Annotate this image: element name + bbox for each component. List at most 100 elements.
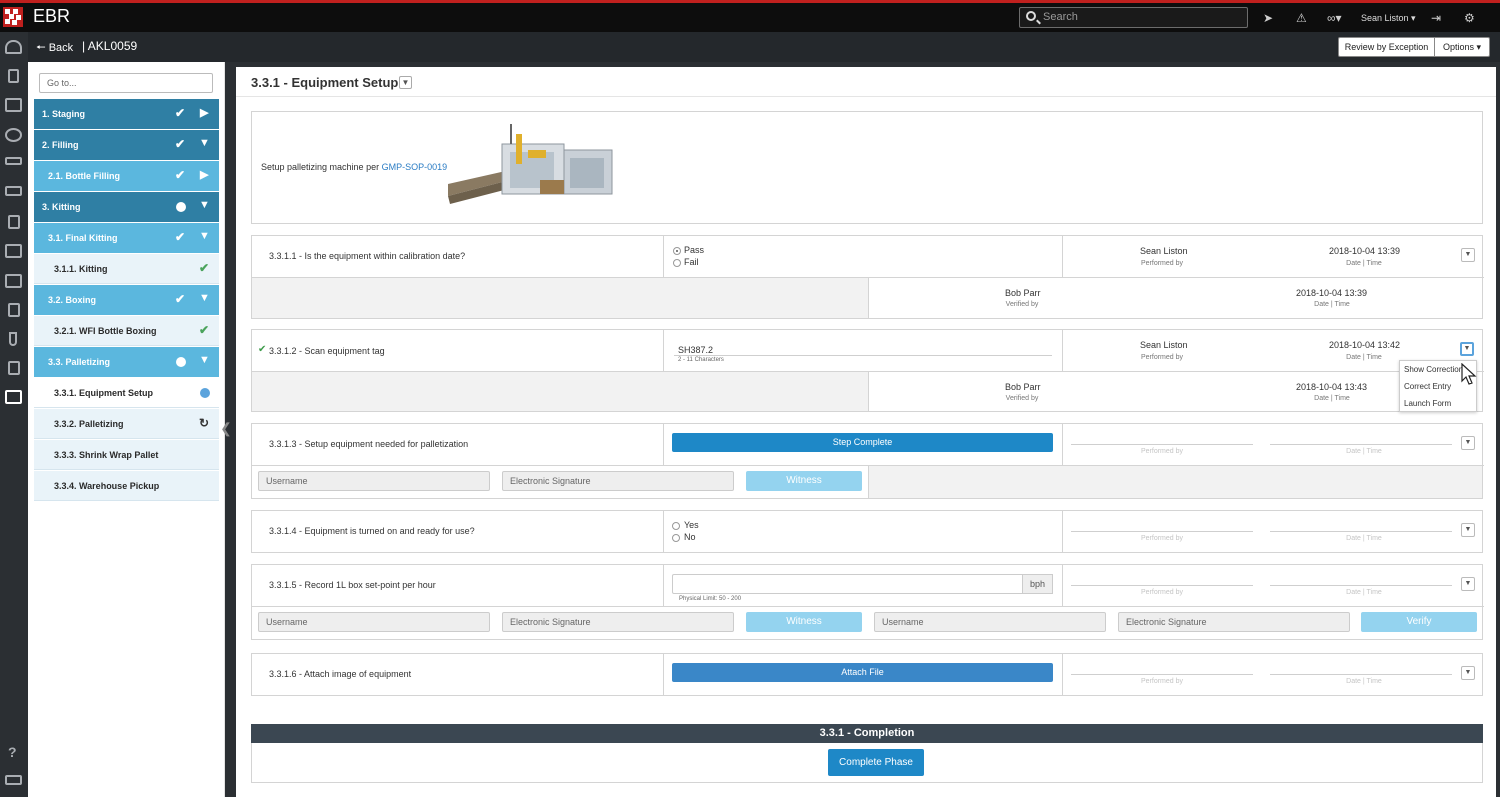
equipment-tag-value[interactable]: SH387.2 [678, 345, 713, 355]
check-icon: ✔ [258, 344, 267, 355]
witness-button[interactable]: Witness [746, 471, 862, 491]
date-time-line [1270, 585, 1452, 586]
nav-item-filling[interactable]: 2. Filling ✔ ▼ [34, 130, 219, 160]
divider [663, 330, 664, 371]
signature-field[interactable]: Electronic Signature [502, 612, 734, 632]
nav-item-staging[interactable]: 1. Staging ✔ ▶ [34, 99, 219, 129]
flask-icon[interactable] [9, 332, 17, 346]
collapse-panel-chevron-icon[interactable]: ❮ [219, 410, 233, 446]
date-time-label: Date | Time [1314, 301, 1350, 308]
username-field[interactable]: Username [258, 471, 490, 491]
table-icon[interactable] [5, 274, 22, 288]
keyboard-icon[interactable] [5, 775, 22, 785]
menu-item-correct-entry[interactable]: Correct Entry [1404, 382, 1451, 391]
radio-pass[interactable] [673, 247, 681, 255]
title-dropdown-button[interactable]: ▼ [399, 76, 412, 89]
caret-right-icon[interactable]: ▶ [200, 106, 208, 119]
caret-down-icon[interactable]: ▼ [199, 199, 210, 211]
verifier-username-field[interactable]: Username [874, 612, 1106, 632]
nav-item-label: 3.3.4. Warehouse Pickup [54, 481, 160, 491]
nav-item-wfi-bottle-boxing[interactable]: 3.2.1. WFI Bottle Boxing ✔ [34, 316, 219, 346]
nav-item-label: 3.3.2. Palletizing [54, 419, 124, 429]
verify-button[interactable]: Verify [1361, 612, 1477, 632]
graduation-cap-icon[interactable] [5, 157, 22, 165]
calendar-icon[interactable] [5, 244, 22, 258]
nav-item-label: 2.1. Bottle Filling [48, 171, 121, 181]
caret-down-icon[interactable]: ▼ [199, 230, 210, 242]
menu-item-show-correction[interactable]: Show Correction [1404, 365, 1463, 374]
radio-yes[interactable] [672, 522, 680, 530]
options-button[interactable]: Options ▾ [1434, 37, 1490, 57]
list-icon[interactable] [8, 361, 20, 375]
goto-input[interactable]: Go to... [39, 73, 213, 93]
witness-button[interactable]: Witness [746, 612, 862, 632]
nav-item-equipment-setup[interactable]: 3.3.1. Equipment Setup [34, 378, 219, 408]
caret-down-icon[interactable]: ▼ [199, 354, 210, 366]
check-icon: ✔ [199, 323, 210, 337]
sign-out-icon[interactable]: ⇥ [1431, 11, 1441, 25]
performed-by-line [1071, 674, 1253, 675]
documents-icon[interactable] [5, 98, 22, 112]
caret-right-icon[interactable]: ▶ [200, 168, 208, 181]
step-options-button[interactable]: ▼ [1461, 436, 1475, 450]
instruction-prefix: Setup palletizing machine per [261, 162, 382, 172]
nav-item-boxing[interactable]: 3.2. Boxing ✔ ▼ [34, 285, 219, 315]
inbox-icon[interactable] [5, 186, 22, 196]
menu-item-launch-form[interactable]: Launch Form [1404, 399, 1451, 408]
step-options-button[interactable]: ▼ [1461, 577, 1475, 591]
step-options-button[interactable]: ▼ [1461, 248, 1475, 262]
nav-item-kitting[interactable]: 3. Kitting ▼ [34, 192, 219, 222]
user-name: Sean Liston [1361, 13, 1409, 23]
book-icon[interactable] [8, 69, 19, 83]
step-options-button[interactable]: ▼ [1461, 666, 1475, 680]
nav-item-kitting-step[interactable]: 3.1.1. Kitting ✔ [34, 254, 219, 284]
signature-field[interactable]: Electronic Signature [502, 471, 734, 491]
step-complete-button[interactable]: Step Complete [672, 433, 1053, 452]
search-icon [1026, 11, 1036, 21]
step-label: 3.3.1.3 - Setup equipment needed for pal… [269, 439, 469, 449]
batch-record-icon[interactable] [5, 390, 22, 404]
in-progress-dot-icon [176, 202, 186, 212]
setpoint-input[interactable] [672, 574, 1023, 594]
username-field[interactable]: Username [258, 612, 490, 632]
nav-item-bottle-filling[interactable]: 2.1. Bottle Filling ✔ ▶ [34, 161, 219, 191]
step-card-3-3-1-5: 3.3.1.5 - Record 1L box set-point per ho… [251, 564, 1484, 640]
nav-item-warehouse-pickup[interactable]: 3.3.4. Warehouse Pickup [34, 471, 219, 501]
attach-file-button[interactable]: Attach File [672, 663, 1053, 682]
user-menu[interactable]: Sean Liston ▾ [1361, 13, 1416, 24]
radio-label: Pass [684, 245, 705, 255]
check-icon: ✔ [175, 168, 186, 182]
caret-down-icon[interactable]: ▼ [199, 137, 210, 149]
review-by-exception-button[interactable]: Review by Exception [1338, 37, 1435, 57]
form-icon[interactable] [8, 215, 20, 229]
sop-link[interactable]: GMP-SOP-0019 [382, 162, 448, 172]
location-arrow-icon[interactable]: ➤ [1263, 11, 1273, 25]
dashboard-icon[interactable] [5, 40, 22, 54]
step-options-button[interactable]: ▼ [1461, 523, 1475, 537]
radio-no[interactable] [672, 534, 680, 542]
search-input[interactable]: Search [1019, 7, 1248, 28]
blank-area [869, 466, 1482, 498]
verified-at: 2018-10-04 13:43 [1296, 382, 1368, 392]
nav-item-palletizing-step[interactable]: 3.3.2. Palletizing ↻ [34, 409, 219, 439]
radio-fail[interactable] [673, 259, 681, 267]
complete-phase-button[interactable]: Complete Phase [828, 749, 924, 776]
link-icon[interactable]: ∞▾ [1327, 11, 1342, 25]
checklist-icon[interactable] [8, 303, 20, 317]
divider [252, 606, 1484, 607]
nav-item-label: 3.2.1. WFI Bottle Boxing [54, 326, 157, 336]
help-icon[interactable]: ? [8, 744, 17, 760]
search-placeholder: Search [1043, 11, 1078, 23]
gear-icon[interactable]: ⚙ [1464, 11, 1475, 25]
gears-icon[interactable] [5, 128, 22, 142]
nav-item-shrink-wrap-pallet[interactable]: 3.3.3. Shrink Wrap Pallet [34, 440, 219, 470]
radio-label: Yes [684, 520, 699, 530]
performed-by-line [1071, 585, 1253, 586]
warning-icon[interactable]: ⚠ [1296, 11, 1307, 25]
verifier-signature-field[interactable]: Electronic Signature [1118, 612, 1350, 632]
caret-down-icon[interactable]: ▼ [199, 292, 210, 304]
nav-item-palletizing[interactable]: 3.3. Palletizing ▼ [34, 347, 219, 377]
back-button[interactable]: 🠔 Back [36, 39, 73, 58]
nav-item-final-kitting[interactable]: 3.1. Final Kitting ✔ ▼ [34, 223, 219, 253]
step-options-button[interactable]: ▼ [1460, 342, 1474, 356]
